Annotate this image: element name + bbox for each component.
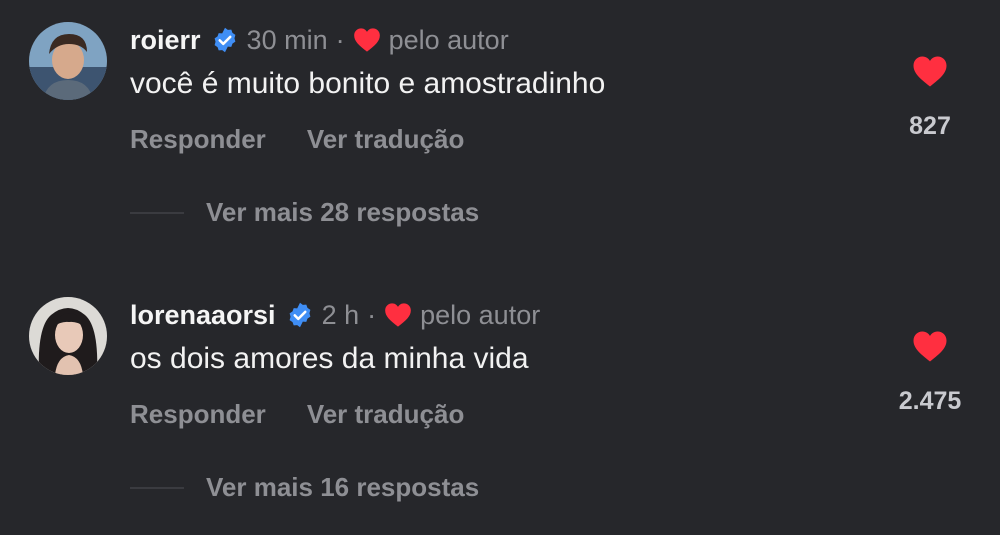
like-section: 827: [890, 55, 970, 141]
verified-badge-icon: [214, 27, 235, 53]
comment-text: os dois amores da minha vida: [130, 342, 529, 375]
comment-actions: Responder Ver tradução: [130, 399, 464, 430]
translate-button[interactable]: Ver tradução: [307, 399, 465, 430]
like-count[interactable]: 827: [909, 112, 951, 141]
comment-item: roierr 30 min · pelo autor você é muito …: [0, 0, 1000, 260]
comment-item: lorenaaorsi 2 h · pelo autor os dois amo…: [0, 275, 1000, 535]
avatar[interactable]: [29, 22, 107, 100]
comment-meta: roierr 30 min · pelo autor: [130, 22, 509, 58]
heart-filled-icon[interactable]: [912, 330, 948, 363]
username[interactable]: lorenaaorsi: [130, 300, 276, 331]
like-section: 2.475: [890, 330, 970, 416]
avatar[interactable]: [29, 297, 107, 375]
verified-badge-icon: [289, 302, 310, 328]
heart-icon: [385, 303, 411, 327]
avatar-photo: [29, 297, 107, 375]
view-replies-button[interactable]: Ver mais 28 respostas: [130, 197, 479, 228]
like-count[interactable]: 2.475: [899, 387, 962, 416]
reply-button[interactable]: Responder: [130, 399, 266, 430]
comment-actions: Responder Ver tradução: [130, 124, 464, 155]
liked-by-author-label: pelo autor: [388, 24, 509, 55]
heart-filled-icon[interactable]: [912, 55, 948, 88]
view-replies-label: Ver mais 16 respostas: [206, 472, 480, 502]
liked-by-author-label: pelo autor: [420, 299, 541, 330]
username[interactable]: roierr: [130, 25, 201, 56]
replies-divider-line: [130, 211, 184, 214]
separator-dot: ·: [335, 24, 345, 55]
view-replies-button[interactable]: Ver mais 16 respostas: [130, 472, 479, 503]
comment-time: 2 h: [321, 299, 360, 330]
view-replies-label: Ver mais 28 respostas: [206, 197, 480, 227]
heart-icon: [353, 28, 380, 52]
comment-time: 30 min: [246, 24, 328, 55]
replies-divider-line: [130, 486, 184, 489]
separator-dot: ·: [367, 299, 377, 330]
comment-meta: lorenaaorsi 2 h · pelo autor: [130, 297, 540, 333]
translate-button[interactable]: Ver tradução: [307, 124, 465, 155]
reply-button[interactable]: Responder: [130, 124, 266, 155]
avatar-photo: [29, 22, 107, 100]
comment-text: você é muito bonito e amostradinho: [130, 67, 606, 100]
